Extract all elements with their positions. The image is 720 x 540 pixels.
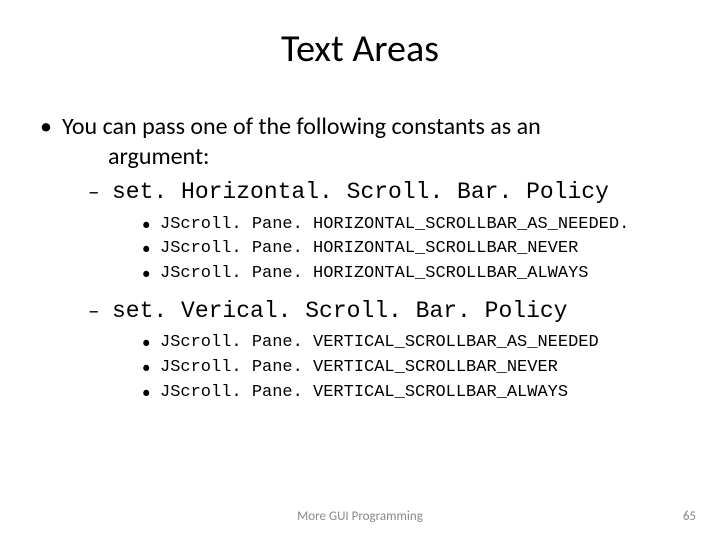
constant-item: JScroll. Pane. HORIZONTAL_SCROLLBAR_AS_N… (142, 213, 680, 238)
constant-list: JScroll. Pane. VERTICAL_SCROLLBAR_AS_NEE… (142, 331, 680, 405)
slide-body: You can pass one of the following consta… (0, 82, 720, 405)
method-item: set. Verical. Scroll. Bar. Policy JScrol… (88, 297, 680, 406)
slide-title: Text Areas (0, 0, 720, 82)
method-name: set. Verical. Scroll. Bar. Policy (112, 298, 567, 324)
bullet-item: You can pass one of the following consta… (40, 112, 680, 405)
constant-item: JScroll. Pane. HORIZONTAL_SCROLLBAR_NEVE… (142, 237, 680, 262)
constant-item: JScroll. Pane. HORIZONTAL_SCROLLBAR_ALWA… (142, 262, 680, 287)
page-number: 65 (683, 509, 696, 524)
footer-center: More GUI Programming (0, 509, 720, 524)
constant-list: JScroll. Pane. HORIZONTAL_SCROLLBAR_AS_N… (142, 213, 680, 287)
bullet-text-line2: argument: (62, 142, 680, 172)
method-item: set. Horizontal. Scroll. Bar. Policy JSc… (88, 178, 680, 287)
constant-item: JScroll. Pane. VERTICAL_SCROLLBAR_NEVER (142, 356, 680, 381)
constant-item: JScroll. Pane. VERTICAL_SCROLLBAR_AS_NEE… (142, 331, 680, 356)
slide: Text Areas You can pass one of the follo… (0, 0, 720, 540)
method-name: set. Horizontal. Scroll. Bar. Policy (112, 179, 609, 205)
bullet-list: You can pass one of the following consta… (40, 112, 680, 405)
bullet-text-line1: You can pass one of the following consta… (62, 112, 541, 141)
constant-item: JScroll. Pane. VERTICAL_SCROLLBAR_ALWAYS (142, 381, 680, 406)
method-list: set. Horizontal. Scroll. Bar. Policy JSc… (88, 178, 680, 405)
